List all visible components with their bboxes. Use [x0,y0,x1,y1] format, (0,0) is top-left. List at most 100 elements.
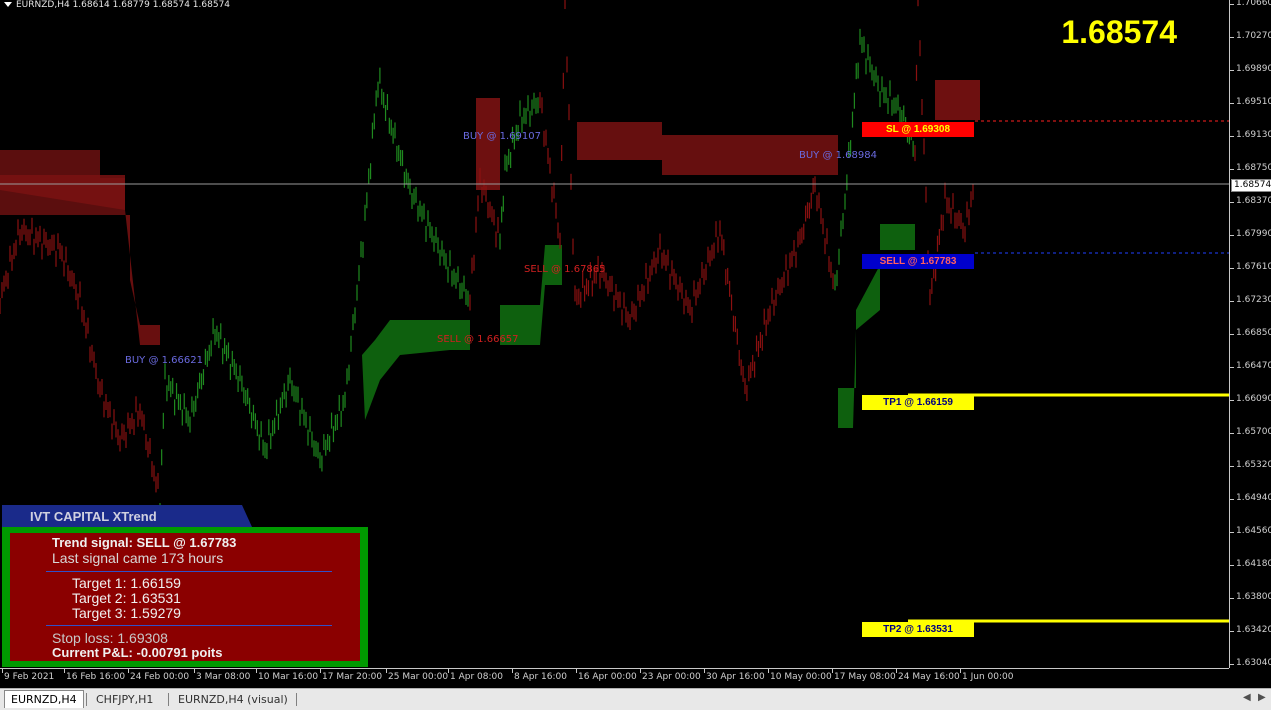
time-tick [2,669,3,673]
price-tick [1230,169,1234,170]
separator [46,571,332,572]
buy-signal-label: BUY @ 1.69107 [463,131,541,142]
time-axis-label: 23 Apr 00:00 [642,672,701,682]
scroll-right-icon[interactable]: ▶ [1258,692,1266,703]
bear-band [935,80,980,120]
price-tick [1230,400,1234,401]
time-axis-label: 10 Mar 16:00 [258,672,319,682]
time-tick [768,669,769,673]
sell-signal-label: SELL @ 1.67865 [524,264,606,275]
current-price-tag: 1.68574 [1231,179,1271,192]
time-tick [64,669,65,673]
price-axis-label: 1.70270 [1236,31,1271,41]
tab-chfjpy-h1[interactable]: CHFJPY,H1 [90,691,159,708]
price-tick [1230,565,1234,566]
time-tick [386,669,387,673]
price-axis-label: 1.69510 [1236,97,1271,107]
symbol-info: EURNZD,H4 1.68614 1.68779 1.68574 1.6857… [4,0,230,10]
time-axis-label: 16 Apr 00:00 [578,672,637,682]
time-axis-label: 24 Feb 00:00 [130,672,190,682]
price-tick [1230,301,1234,302]
price-tick [1230,235,1234,236]
price-tick [1230,4,1234,5]
tp1-label: TP1 @ 1.66159 [862,395,974,410]
time-axis-label: 10 May 00:00 [770,672,832,682]
panel-title: IVT CAPITAL XTrend [30,509,157,524]
price-axis-label: 1.69890 [1236,64,1271,74]
price-axis-label: 1.67610 [1236,262,1271,272]
target-1: Target 1: 1.66159 [72,575,181,591]
target-3: Target 3: 1.59279 [72,605,181,621]
price-axis-label: 1.65700 [1236,427,1271,437]
current-pnl: Current P&L: -0.00791 poits [52,645,223,660]
tab-eurnzd-h4[interactable]: EURNZD,H4 [4,690,84,708]
price-tick [1230,532,1234,533]
time-tick [320,669,321,673]
bear-band [577,122,838,175]
price-axis-label: 1.65320 [1236,460,1271,470]
price-tick [1230,103,1234,104]
tp2-label: TP2 @ 1.63531 [862,622,974,637]
price-axis-label: 1.69130 [1236,130,1271,140]
time-tick [896,669,897,673]
time-tick [640,669,641,673]
trend-signal: Trend signal: SELL @ 1.67783 [52,535,237,550]
time-axis-label: 24 May 16:00 [898,672,960,682]
scroll-left-icon[interactable]: ◀ [1243,692,1251,703]
time-axis-label: 16 Feb 16:00 [66,672,126,682]
price-tick [1230,268,1234,269]
price-axis-label: 1.64940 [1236,493,1271,503]
price-tick [1230,37,1234,38]
separator [46,625,332,626]
buy-signal-label: BUY @ 1.66621 [125,355,203,366]
time-tick [960,669,961,673]
price-axis[interactable]: 1.70660 1.70270 1.69890 1.69510 1.69130 1.687… [1229,0,1271,668]
price-tick [1230,631,1234,632]
time-axis-label: 17 Mar 20:00 [322,672,383,682]
sell-signal-label: SELL @ 1.66657 [437,334,519,345]
time-axis[interactable]: 9 Feb 2021 16 Feb 16:00 24 Feb 00:00 3 Mar … [0,668,1229,689]
price-axis-label: 1.67990 [1236,229,1271,239]
chart-tab-bar: EURNZD,H4 CHFJPY,H1 EURNZD,H4 (visual) ◀… [0,688,1271,710]
time-axis-label: 8 Apr 16:00 [514,672,567,682]
time-axis-label: 17 May 08:00 [834,672,896,682]
time-tick [704,669,705,673]
price-axis-label: 1.67230 [1236,295,1271,305]
chart-area[interactable]: EURNZD,H4 1.68614 1.68779 1.68574 1.6857… [0,0,1229,668]
price-axis-label: 1.66850 [1236,328,1271,338]
bull-band [500,245,562,345]
price-axis-label: 1.66470 [1236,361,1271,371]
time-tick [832,669,833,673]
time-tick [128,669,129,673]
tab-eurnzd-h4-visual[interactable]: EURNZD,H4 (visual) [172,691,294,708]
price-tick [1230,598,1234,599]
price-tick [1230,433,1234,434]
tab-separator [168,693,169,706]
info-panel-body: Trend signal: SELL @ 1.67783 Last signal… [10,533,360,661]
time-tick [512,669,513,673]
time-axis-label: 3 Mar 08:00 [196,672,251,682]
time-axis-label: 1 Jun 00:00 [962,672,1014,682]
dropdown-triangle-icon[interactable] [4,2,12,7]
last-signal: Last signal came 173 hours [52,550,224,566]
buy-signal-label: BUY @ 1.68984 [799,150,877,161]
price-tick [1230,136,1234,137]
price-axis-label: 1.63040 [1236,658,1271,668]
tab-separator [86,693,87,706]
stop-loss: Stop loss: 1.69308 [52,630,168,646]
price-tick [1230,202,1234,203]
sl-label: SL @ 1.69308 [862,122,974,137]
time-tick [256,669,257,673]
time-axis-label: 1 Apr 08:00 [450,672,503,682]
price-axis-label: 1.66090 [1236,394,1271,404]
price-tick [1230,334,1234,335]
time-axis-label: 9 Feb 2021 [4,672,55,682]
time-axis-label: 30 Apr 16:00 [706,672,765,682]
price-tick [1230,70,1234,71]
sell-level-label: SELL @ 1.67783 [862,254,974,269]
price-axis-label: 1.68750 [1236,163,1271,173]
time-tick [576,669,577,673]
tab-separator [296,693,297,706]
price-tick [1230,664,1234,665]
info-panel: Trend signal: SELL @ 1.67783 Last signal… [2,527,368,667]
